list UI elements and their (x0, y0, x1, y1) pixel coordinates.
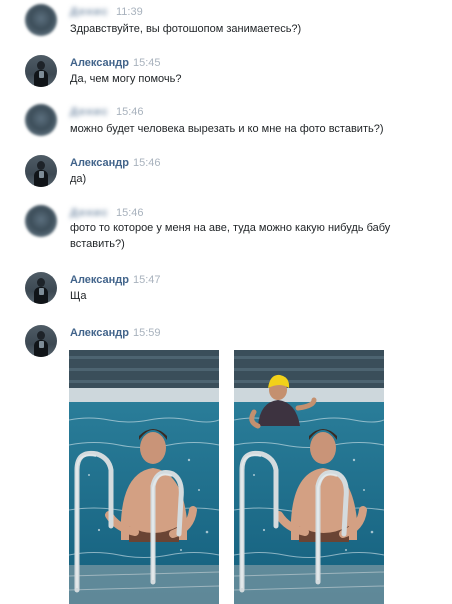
avatar[interactable] (25, 205, 57, 237)
timestamp[interactable]: 15:45 (133, 57, 161, 69)
author-name[interactable]: Александр (70, 327, 129, 339)
timestamp[interactable]: 15:59 (133, 327, 161, 339)
timestamp[interactable]: 15:47 (133, 274, 161, 286)
avatar[interactable] (25, 325, 57, 357)
phone-icon (39, 341, 44, 348)
photo-attachment-original[interactable] (69, 350, 219, 604)
avatar[interactable] (25, 55, 57, 87)
timestamp[interactable]: 11:39 (116, 6, 143, 18)
phone-icon (39, 288, 44, 295)
avatar-head-shape (37, 278, 45, 287)
avatar[interactable] (25, 155, 57, 187)
photo-edited-image (234, 350, 384, 604)
timestamp[interactable]: 15:46 (133, 157, 161, 169)
message-text: фото то которое у меня на аве, туда можн… (70, 222, 391, 250)
photo-original-image (69, 350, 219, 604)
photo-attachment-edited[interactable] (234, 350, 384, 604)
phone-icon (39, 171, 44, 178)
message-text: можно будет человека вырезать и ко мне н… (70, 123, 384, 135)
author-name[interactable]: Денис (70, 207, 109, 219)
author-name[interactable]: Денис (70, 6, 109, 18)
avatar-head-shape (37, 331, 45, 340)
timestamp[interactable]: 15:46 (116, 106, 144, 118)
avatar-head-shape (37, 61, 45, 70)
author-name[interactable]: Александр (70, 274, 129, 286)
message-text: да) (70, 173, 87, 185)
avatar-head-shape (37, 161, 45, 170)
author-name[interactable]: Александр (70, 157, 129, 169)
phone-icon (39, 71, 44, 78)
timestamp[interactable]: 15:46 (116, 207, 144, 219)
avatar[interactable] (25, 104, 57, 136)
message-text: Ща (70, 290, 87, 302)
author-name[interactable]: Александр (70, 57, 129, 69)
avatar[interactable] (25, 4, 57, 36)
message-text: Да, чем могу помочь? (70, 73, 182, 85)
avatar[interactable] (25, 272, 57, 304)
message-text: Здравствуйте, вы фотошопом занимаетесь?) (70, 23, 302, 35)
author-name[interactable]: Денис (70, 106, 109, 118)
